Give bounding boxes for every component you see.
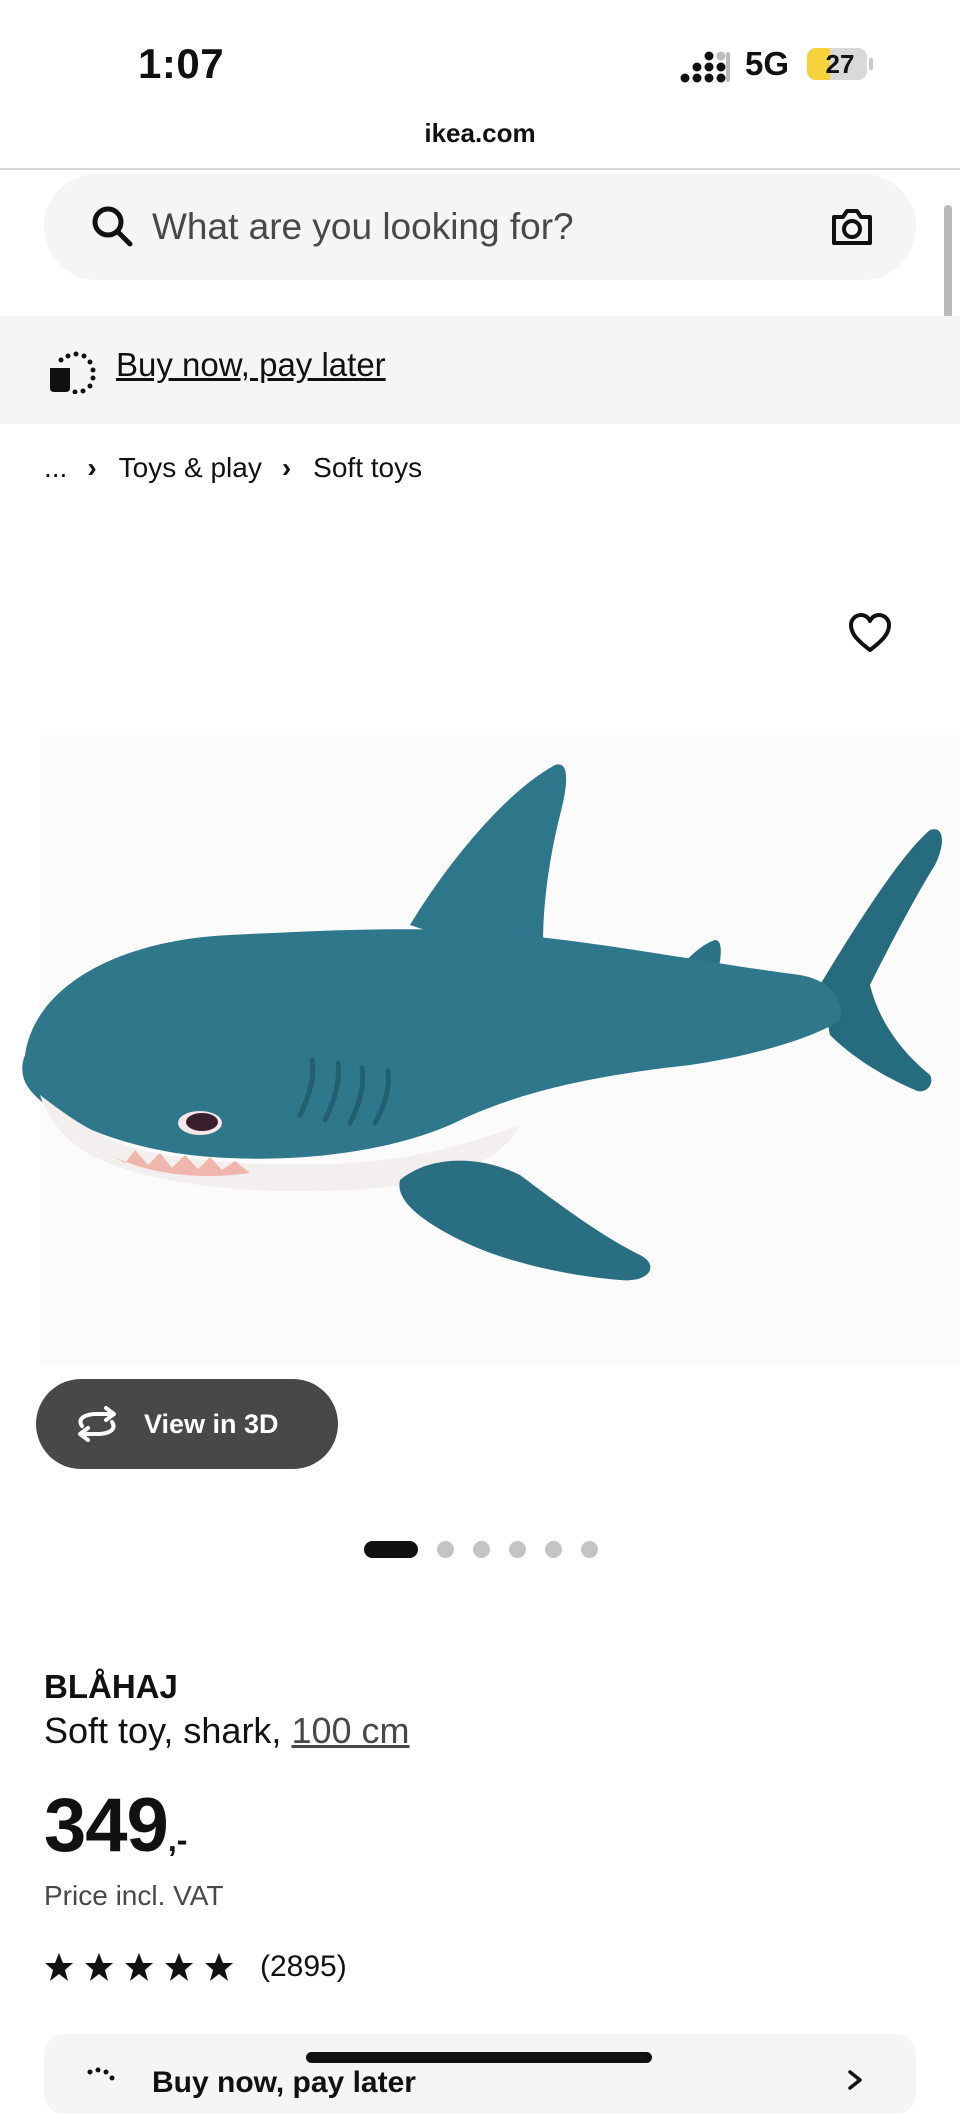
divider bbox=[0, 168, 960, 170]
breadcrumb: ... › Toys & play › Soft toys bbox=[44, 452, 422, 484]
url-bar[interactable]: ikea.com bbox=[0, 118, 960, 149]
product-image-shark[interactable] bbox=[0, 735, 960, 1385]
carousel-dot[interactable] bbox=[545, 1540, 562, 1558]
search-icon[interactable] bbox=[88, 202, 138, 252]
product-size-link[interactable]: 100 cm bbox=[291, 1710, 409, 1751]
carousel-dot[interactable] bbox=[509, 1540, 526, 1558]
buy-now-pay-later-link[interactable]: Buy now, pay later bbox=[116, 346, 386, 384]
star-icon bbox=[45, 1953, 73, 1981]
rotate-icon bbox=[78, 1406, 116, 1442]
price-value: 349 bbox=[44, 1783, 169, 1868]
price-suffix: ,- bbox=[167, 1822, 188, 1858]
price: 349 ,- bbox=[44, 1782, 187, 1869]
home-indicator[interactable] bbox=[306, 2052, 652, 2063]
carousel-dot-active[interactable] bbox=[364, 1540, 418, 1558]
view-in-3d-label: View in 3D bbox=[144, 1408, 279, 1439]
product-type: Soft toy, shark, bbox=[44, 1710, 292, 1751]
promo-banner[interactable]: Buy now, pay later bbox=[0, 316, 960, 424]
image-carousel-indicator bbox=[364, 1539, 598, 1559]
payment-icon bbox=[50, 351, 96, 394]
star-icon bbox=[205, 1953, 233, 1981]
rating[interactable]: (2895) bbox=[44, 1950, 347, 1984]
breadcrumb-chevron-icon: › bbox=[281, 452, 292, 483]
camera-icon[interactable] bbox=[828, 203, 876, 251]
star-icon bbox=[165, 1953, 193, 1981]
status-time: 1:07 bbox=[138, 40, 225, 87]
buy-now-pay-later-card[interactable]: Buy now, pay later bbox=[44, 2034, 916, 2114]
star-icon bbox=[125, 1953, 153, 1981]
heart-icon[interactable] bbox=[848, 612, 892, 654]
search-input[interactable] bbox=[152, 200, 812, 254]
star-icon bbox=[85, 1953, 113, 1981]
carousel-dot[interactable] bbox=[437, 1540, 454, 1558]
product-description: Soft toy, shark, 100 cm bbox=[44, 1710, 410, 1752]
review-count[interactable]: (2895) bbox=[260, 1950, 347, 1984]
bottom-card-label: Buy now, pay later bbox=[152, 2066, 416, 2099]
breadcrumb-chevron-icon: › bbox=[87, 452, 97, 483]
chevron-right-icon bbox=[848, 2070, 862, 2090]
battery-level: 27 bbox=[825, 48, 855, 79]
carousel-dot[interactable] bbox=[473, 1540, 490, 1558]
search-box[interactable] bbox=[44, 174, 916, 280]
signal-icon bbox=[680, 51, 730, 83]
carousel-dot[interactable] bbox=[581, 1540, 598, 1558]
status-bar: 1:07 5G 27 ikea.com bbox=[0, 0, 960, 170]
view-in-3d-button[interactable]: View in 3D bbox=[36, 1379, 338, 1469]
breadcrumb-item-more[interactable]: ... bbox=[44, 452, 67, 484]
breadcrumb-item-soft-toys[interactable]: Soft toys bbox=[313, 452, 422, 484]
payment-icon bbox=[87, 2067, 115, 2081]
product-name: BLÅHAJ bbox=[44, 1668, 178, 1705]
network-label: 5G bbox=[745, 45, 790, 82]
breadcrumb-item-toys[interactable]: Toys & play bbox=[119, 452, 262, 484]
price-note: Price incl. VAT bbox=[44, 1880, 224, 1911]
